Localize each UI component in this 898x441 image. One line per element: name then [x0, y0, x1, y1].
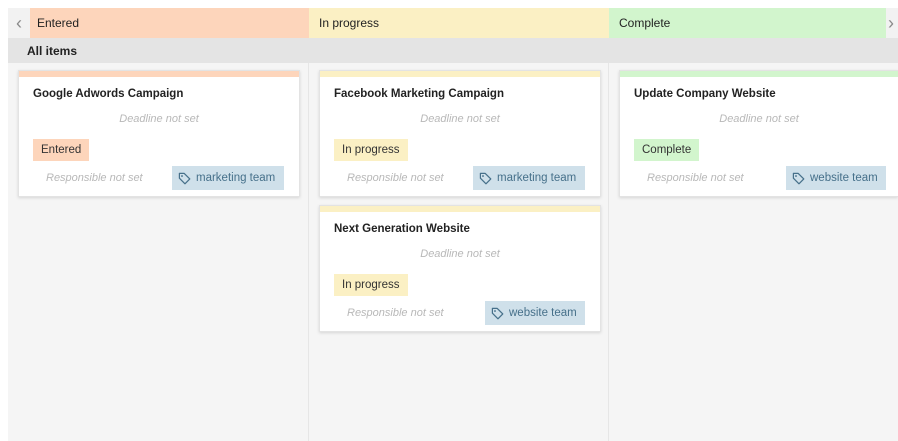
- tag-chip[interactable]: website team: [485, 301, 585, 325]
- tag-label: website team: [509, 307, 577, 319]
- card-responsible[interactable]: Responsible not set: [647, 172, 744, 184]
- item-card[interactable]: Next Generation Website Deadline not set…: [319, 205, 601, 332]
- card-title[interactable]: Update Company Website: [634, 88, 776, 100]
- item-card[interactable]: Google Adwords Campaign Deadline not set…: [18, 70, 300, 197]
- column-in-progress: Facebook Marketing Campaign Deadline not…: [309, 63, 609, 441]
- card-title[interactable]: Facebook Marketing Campaign: [334, 88, 504, 100]
- column-header-complete: Complete ›: [609, 8, 898, 38]
- column-complete: Update Company Website Deadline not set …: [609, 63, 898, 441]
- status-badge[interactable]: In progress: [334, 274, 408, 296]
- card-responsible[interactable]: Responsible not set: [46, 172, 143, 184]
- column-header-in-progress: In progress: [309, 8, 609, 38]
- card-title[interactable]: Next Generation Website: [334, 223, 470, 235]
- group-label: All items: [27, 43, 78, 58]
- column-header-label: Complete: [619, 16, 671, 30]
- card-color-bar: [19, 71, 299, 77]
- card-responsible[interactable]: Responsible not set: [347, 172, 444, 184]
- card-title[interactable]: Google Adwords Campaign: [33, 88, 183, 100]
- tag-chip[interactable]: marketing team: [172, 166, 284, 190]
- card-responsible[interactable]: Responsible not set: [347, 307, 444, 319]
- board-header: ‹ Entered In progress Complete ›: [8, 8, 898, 38]
- tag-label: marketing team: [497, 172, 577, 184]
- column-header-label: In progress: [319, 16, 380, 30]
- status-badge[interactable]: Entered: [33, 139, 90, 161]
- card-color-bar: [320, 71, 600, 77]
- status-badge[interactable]: In progress: [334, 139, 408, 161]
- chevron-right-icon: ›: [888, 12, 894, 33]
- scroll-right-button[interactable]: ›: [886, 8, 898, 38]
- card-deadline[interactable]: Deadline not set: [620, 113, 898, 125]
- tag-icon: [491, 307, 504, 319]
- group-row: All items: [8, 38, 898, 63]
- status-badge[interactable]: Complete: [634, 139, 700, 161]
- tag-icon: [479, 172, 492, 184]
- tag-chip[interactable]: marketing team: [473, 166, 585, 190]
- chevron-left-icon: ‹: [16, 12, 22, 33]
- tag-label: marketing team: [196, 172, 276, 184]
- board-columns: Google Adwords Campaign Deadline not set…: [8, 63, 898, 441]
- card-color-bar: [320, 206, 600, 212]
- tag-chip[interactable]: website team: [786, 166, 886, 190]
- column-header-label: Entered: [37, 16, 80, 30]
- card-color-bar: [620, 71, 898, 77]
- item-card[interactable]: Facebook Marketing Campaign Deadline not…: [319, 70, 601, 197]
- card-deadline[interactable]: Deadline not set: [320, 113, 600, 125]
- column-entered: Google Adwords Campaign Deadline not set…: [8, 63, 309, 441]
- tag-icon: [178, 172, 191, 184]
- card-deadline[interactable]: Deadline not set: [320, 248, 600, 260]
- tag-label: website team: [810, 172, 878, 184]
- tag-icon: [792, 172, 805, 184]
- column-header-entered: ‹ Entered: [8, 8, 309, 38]
- card-deadline[interactable]: Deadline not set: [19, 113, 299, 125]
- scroll-left-button[interactable]: ‹: [8, 8, 30, 38]
- item-card[interactable]: Update Company Website Deadline not set …: [619, 70, 898, 197]
